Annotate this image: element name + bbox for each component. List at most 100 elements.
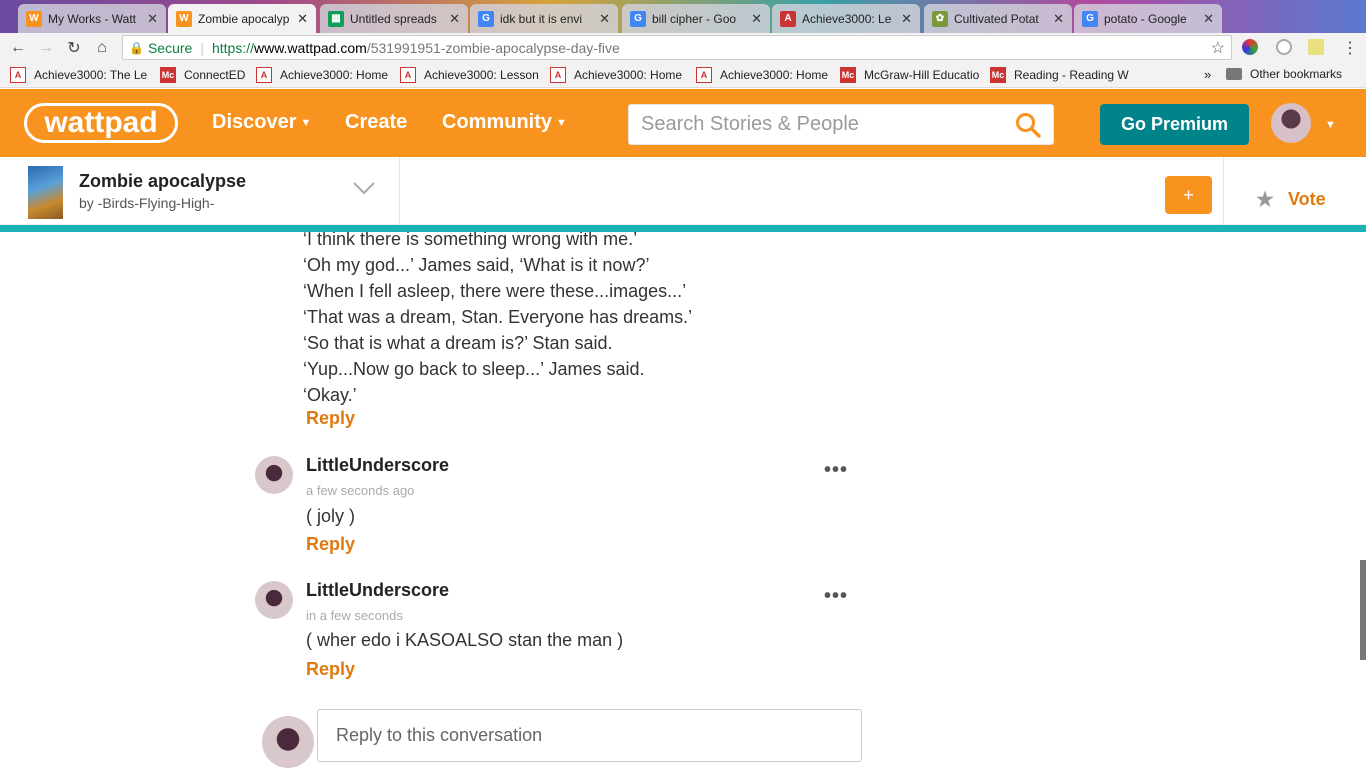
favicon-icon: G (478, 10, 494, 27)
comment-timestamp: in a few seconds (306, 608, 403, 623)
bookmarks-bar: » Other bookmarks A Achieve3000: The Le Mc… (0, 62, 1366, 88)
wattpad-logo[interactable]: wattpad (24, 103, 178, 143)
url-host: www.wattpad.com (253, 39, 367, 56)
search-icon[interactable] (1015, 112, 1041, 138)
browser-tab[interactable]: Gpotato - Google ✕ (1074, 4, 1222, 33)
close-icon[interactable]: ✕ (901, 11, 912, 27)
vote-button[interactable]: ★ Vote (1256, 187, 1326, 212)
bookmark-label: ConnectED (184, 68, 246, 82)
comment-text: ( joly ) (306, 506, 355, 526)
bookmark-item[interactable]: A Achieve3000: Home (256, 67, 388, 83)
extension-note-icon[interactable] (1308, 39, 1324, 55)
search-input[interactable] (629, 105, 999, 144)
bookmark-favicon-icon: A (400, 67, 416, 83)
search-box (628, 104, 1054, 145)
story-cover[interactable] (28, 166, 63, 219)
reply-link[interactable]: Reply (306, 534, 355, 555)
nav-discover-label: Discover (212, 111, 297, 133)
story-line: ‘When I fell asleep, there were these...… (303, 281, 687, 301)
browser-tab[interactable]: ✿ Cultivated Potat ✕ (924, 4, 1072, 33)
story-title[interactable]: Zombie apocalypse (79, 171, 246, 192)
divider (1223, 157, 1224, 225)
story-author[interactable]: by -Birds-Flying-High- (79, 195, 214, 211)
avatar[interactable] (255, 456, 293, 494)
browser-tab[interactable]: ▦ Untitled spreads ✕ (320, 4, 468, 33)
bookmark-item[interactable]: Mc Reading - Reading W (990, 67, 1129, 83)
close-icon[interactable]: ✕ (449, 11, 460, 27)
close-icon[interactable]: ✕ (297, 11, 308, 27)
quoted-story-text: ‘I think there is something wrong with m… (303, 232, 692, 408)
vote-label: Vote (1287, 189, 1326, 209)
story-line: ‘Yup...Now go back to sleep...’ James sa… (303, 359, 645, 379)
other-bookmarks[interactable]: Other bookmarks (1226, 67, 1342, 81)
story-line: ‘That was a dream, Stan. Everyone has dr… (303, 307, 693, 327)
close-icon[interactable]: ✕ (1203, 11, 1214, 27)
story-bar: Zombie apocalypse by -Birds-Flying-High-… (0, 157, 1366, 225)
extension-color-icon[interactable] (1242, 39, 1258, 55)
home-icon[interactable]: ⌂ (88, 34, 116, 62)
browser-tab[interactable]: A Achieve3000: Le ✕ (772, 4, 920, 33)
reading-progress-bar (0, 225, 1366, 232)
menu-kebab-icon[interactable]: ⋮ (1336, 34, 1364, 62)
bookmark-item[interactable]: A Achieve3000: Home (696, 67, 828, 83)
browser-tab[interactable]: W Zombie apocalyp ✕ (168, 4, 316, 33)
favicon-icon: ▦ (328, 10, 344, 27)
close-icon[interactable]: ✕ (751, 11, 762, 27)
favicon-icon: W (26, 10, 42, 27)
more-options-icon[interactable]: ••• (824, 459, 848, 482)
bookmark-label: Achieve3000: The Le (34, 68, 148, 82)
tab-title: idk but it is envi (500, 11, 583, 26)
favicon-icon: ✿ (932, 10, 948, 27)
back-arrow-icon[interactable]: ← (4, 34, 32, 62)
close-icon[interactable]: ✕ (1053, 11, 1064, 27)
go-premium-button[interactable]: Go Premium (1100, 104, 1249, 145)
browser-tab[interactable]: W My Works - Watt ✕ (18, 4, 166, 33)
address-bar[interactable]: 🔒 Secure | https://www.wattpad.com/53199… (122, 35, 1232, 60)
nav-discover[interactable]: Discover ▼ (212, 111, 311, 134)
nav-create[interactable]: Create (345, 111, 407, 134)
close-icon[interactable]: ✕ (599, 11, 610, 27)
comment-username[interactable]: LittleUnderscore (306, 580, 449, 601)
scrollbar[interactable] (1360, 560, 1366, 660)
bookmark-item[interactable]: Mc McGraw-Hill Educatio (840, 67, 979, 83)
bookmark-favicon-icon: A (696, 67, 712, 83)
favicon-icon: W (176, 10, 192, 27)
reload-icon[interactable]: ↻ (60, 34, 88, 62)
comment-username[interactable]: LittleUnderscore (306, 455, 449, 476)
nav-community[interactable]: Community ▼ (442, 111, 567, 134)
story-line: ‘I think there is something wrong with m… (303, 232, 638, 249)
bookmark-item[interactable]: A Achieve3000: Lesson (400, 67, 539, 83)
bookmark-item[interactable]: A Achieve3000: The Le (10, 67, 147, 83)
reply-input[interactable] (317, 709, 862, 762)
comments-area: ‘I think there is something wrong with m… (0, 232, 1366, 768)
tab-title: potato - Google (1104, 11, 1187, 26)
bookmark-item[interactable]: Mc ConnectED (160, 67, 245, 83)
browser-tab[interactable]: Gbill cipher - Goo ✕ (622, 4, 770, 33)
bookmark-favicon-icon: A (10, 67, 26, 83)
browser-tab-strip: W My Works - Watt ✕ W Zombie apocalyp ✕ ▦ Untit… (0, 0, 1366, 33)
close-icon[interactable]: ✕ (147, 11, 158, 27)
bookmarks-more-icon[interactable]: » (1204, 67, 1211, 82)
bookmark-item[interactable]: A Achieve3000: Home (550, 67, 682, 83)
reply-link[interactable]: Reply (306, 408, 355, 429)
chevron-down-icon[interactable] (352, 181, 376, 195)
avatar[interactable] (255, 581, 293, 619)
star-icon: ★ (1256, 189, 1274, 211)
caret-down-icon: ▼ (300, 116, 312, 129)
tab-title: Untitled spreads (350, 11, 437, 26)
user-avatar[interactable] (1271, 103, 1311, 143)
folder-icon (1226, 68, 1242, 80)
browser-tab[interactable]: Gidk but it is envi ✕ (470, 4, 618, 33)
reply-link[interactable]: Reply (306, 659, 355, 680)
add-to-library-button[interactable]: + (1165, 176, 1212, 214)
story-line: ‘Okay.’ (303, 385, 357, 405)
address-separator: | (200, 39, 204, 56)
user-menu-caret-icon[interactable]: ▼ (1325, 119, 1336, 131)
more-options-icon[interactable]: ••• (824, 585, 848, 608)
bookmark-favicon-icon: Mc (160, 67, 176, 83)
comment-text: ( wher edo i KASOALSO stan the man ) (306, 630, 624, 650)
forward-arrow-icon[interactable]: → (32, 34, 60, 62)
bookmark-star-icon[interactable]: ☆ (1211, 38, 1225, 58)
bookmark-favicon-icon: Mc (990, 67, 1006, 83)
extension-circle-icon[interactable] (1276, 39, 1292, 55)
